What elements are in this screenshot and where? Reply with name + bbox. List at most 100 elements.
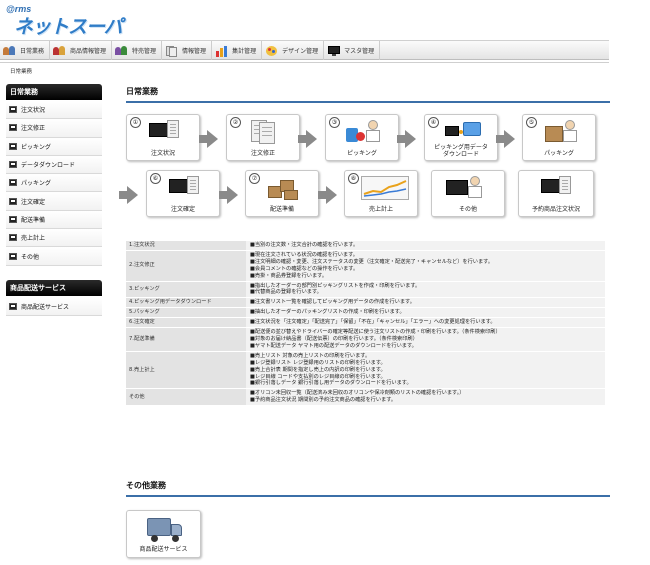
flow-label: 注文修正 [250, 150, 275, 157]
people-icon [115, 45, 129, 57]
sidebar-item-label: 商品配送サービス [21, 304, 70, 312]
sidebar-item-label: 注文修正 [21, 125, 46, 133]
nav-label: マスタ管理 [344, 48, 375, 55]
row-key: 7.配送準備 [126, 328, 246, 351]
sidebar-item-order-confirm[interactable]: 注文確定 [6, 192, 102, 211]
row-value: ■抽出したオーダーのパッキングリストの作成・印刷を行います。 [246, 308, 605, 318]
monitor-icon [327, 45, 341, 57]
flow-label: ピッキング [347, 150, 377, 157]
sidebar-item-picking[interactable]: ピッキング [6, 137, 102, 156]
flow-card-picking[interactable]: ③ ピッキング [325, 114, 399, 161]
row-line: ■代替商品の登録を行います。 [250, 289, 322, 296]
section-title-other: その他業務 [126, 480, 610, 497]
section-title-daily: 日常業務 [126, 86, 610, 103]
monitor-icon [539, 176, 573, 200]
row-key: その他 [126, 389, 246, 406]
sidebar-item-sales[interactable]: 売上計上 [6, 229, 102, 248]
table-row: 4.ピッキング用データダウンロード ■注文書リスト一覧を確認してピッキング用データ… [126, 298, 605, 308]
row-key: 3.ピッキング [126, 281, 246, 298]
sidebar-header-daily: 日常業務 [6, 84, 102, 100]
bar-chart-icon [215, 45, 229, 57]
sidebar-delivery-list: 商品配送サービス [6, 298, 102, 317]
flow-card-order-confirm[interactable]: ⑥ 注文確定 [146, 170, 220, 217]
row-line: ■ヤマト配送データ ヤマト用の配送データのダウンロードを行います。 [250, 342, 417, 349]
sidebar-item-label: ピッキング [21, 143, 51, 151]
row-line: ■注文状況を「注文確定」「配送完了」「保留」「不在」「キャンセル」「エラー」への… [250, 319, 496, 326]
monitor-icon [9, 106, 17, 114]
people-icon [53, 45, 67, 57]
monitor-icon [444, 176, 482, 200]
row-line: ■レジ登録リスト レジ登録用のリストの印刷を行います。 [250, 359, 386, 366]
row-value: ■当別の注文数・注文合計の確認を行います。 [246, 241, 605, 250]
step-number: ⑧ [348, 173, 359, 184]
sidebar-item-order-status[interactable]: 注文状況 [6, 101, 102, 120]
flow-label: 注文確定 [170, 206, 195, 213]
row-key: 4.ピッキング用データダウンロード [126, 298, 246, 308]
sidebar-item-delivery-prep[interactable]: 配送準備 [6, 210, 102, 230]
nav-daily[interactable]: 日常業務 [0, 41, 51, 60]
table-row: その他 ■オリコン未回収一覧（配送済み未回収のオリコンや保冷剤類のリストの確認を行… [126, 389, 605, 406]
line-chart-icon [361, 176, 409, 200]
nav-label: デザイン管理 [282, 48, 319, 55]
row-line: ■売掛・商品券登録を行います。 [250, 272, 328, 279]
table-row: 3.ピッキング ■指出したオーダーの部門別ピッキングリストを作成・印刷を行います。… [126, 281, 605, 298]
people-icon [3, 45, 17, 57]
flow-card-delivery-prep[interactable]: ⑦ 配送準備 [245, 170, 319, 217]
papers-icon [247, 120, 281, 144]
box-icon [543, 120, 577, 144]
step-number: ① [130, 117, 141, 128]
nav-label: 日常業務 [20, 48, 45, 55]
flow-label: その他 [458, 206, 477, 213]
boxes-icon [266, 176, 300, 200]
sidebar-item-label: データダウンロード [21, 162, 76, 170]
sidebar-item-label: 注文確定 [21, 198, 46, 206]
truck-icon [147, 516, 183, 542]
sidebar-item-label: その他 [21, 253, 40, 261]
arrow-right-icon [219, 186, 238, 204]
flow-label: パッキング [544, 150, 574, 157]
arrow-right-icon [496, 130, 515, 148]
step-number: ③ [329, 117, 340, 128]
row-line: ■予約商品注文状況 期間別の予約注文商品の確認を行います。 [250, 397, 397, 404]
flow-card-other[interactable]: その他 [431, 170, 505, 217]
flow-label: 売上計上 [368, 206, 393, 213]
flow-card-order-edit[interactable]: ② 注文修正 [226, 114, 300, 161]
logo[interactable]: @rms ネットスーパー [6, 4, 136, 65]
flow-card-order-status[interactable]: ① 注文状況 [126, 114, 200, 161]
nav-sale[interactable]: 特売管理 [112, 41, 163, 60]
row-key: 2.注文修正 [126, 250, 246, 281]
sidebar-item-data-download[interactable]: データダウンロード [6, 155, 102, 175]
nav-master[interactable]: マスタ管理 [324, 41, 381, 60]
row-line: ■対象のお届け納品書（配送伝票）の印刷を行います。（条件検索印刷） [250, 335, 418, 342]
row-line: ■注文明細の確認・変更、注文ステータスの変更（注文確定・配送完了・キャンセルなど… [250, 258, 494, 265]
arrow-right-icon [397, 130, 416, 148]
sidebar-item-order-edit[interactable]: 注文修正 [6, 119, 102, 138]
flow-card-reservation[interactable]: 予約商品注文状況 [518, 170, 594, 217]
flow-card-picking-download[interactable]: ④ ピッキング用データ ダウンロード [424, 114, 498, 161]
table-row: 2.注文修正 ■現在注文されている状況の確認を行います。 ■注文明細の確認・変更、注… [126, 250, 605, 281]
sidebar-item-label: 売上計上 [21, 235, 46, 243]
groceries-icon [346, 120, 380, 144]
delivery-service-card[interactable]: 商品配送サービス [126, 510, 201, 558]
row-key: 8.売上計上 [126, 351, 246, 389]
sidebar-item-delivery-service[interactable]: 商品配送サービス [6, 298, 102, 317]
nav-info[interactable]: 情報管理 [162, 41, 213, 60]
row-value: ■指出したオーダーの部門別ピッキングリストを作成・印刷を行います。 ■代替商品の登… [246, 281, 605, 298]
nav-product[interactable]: 商品情報管理 [50, 41, 113, 60]
flow-label: 配送準備 [269, 206, 294, 213]
monitor-icon [9, 124, 17, 132]
table-row: 1.注文状況 ■当別の注文数・注文合計の確認を行います。 [126, 241, 605, 250]
flow-card-sales[interactable]: ⑧ 売上計上 [344, 170, 418, 217]
flow-label: 注文状況 [150, 150, 175, 157]
step-number: ⑥ [150, 173, 161, 184]
nav-design[interactable]: デザイン管理 [262, 41, 325, 60]
sidebar-item-packing[interactable]: パッキング [6, 174, 102, 193]
flow-label: 予約商品注文状況 [531, 206, 580, 213]
monitor-icon [167, 176, 201, 200]
sidebar-item-other[interactable]: その他 [6, 247, 102, 266]
monitor-icon [147, 120, 181, 144]
flow-card-packing[interactable]: ⑤ パッキング [522, 114, 596, 161]
breadcrumb: 日常業務 [10, 69, 33, 75]
monitor-icon [9, 197, 17, 205]
nav-total[interactable]: 集計管理 [212, 41, 263, 60]
